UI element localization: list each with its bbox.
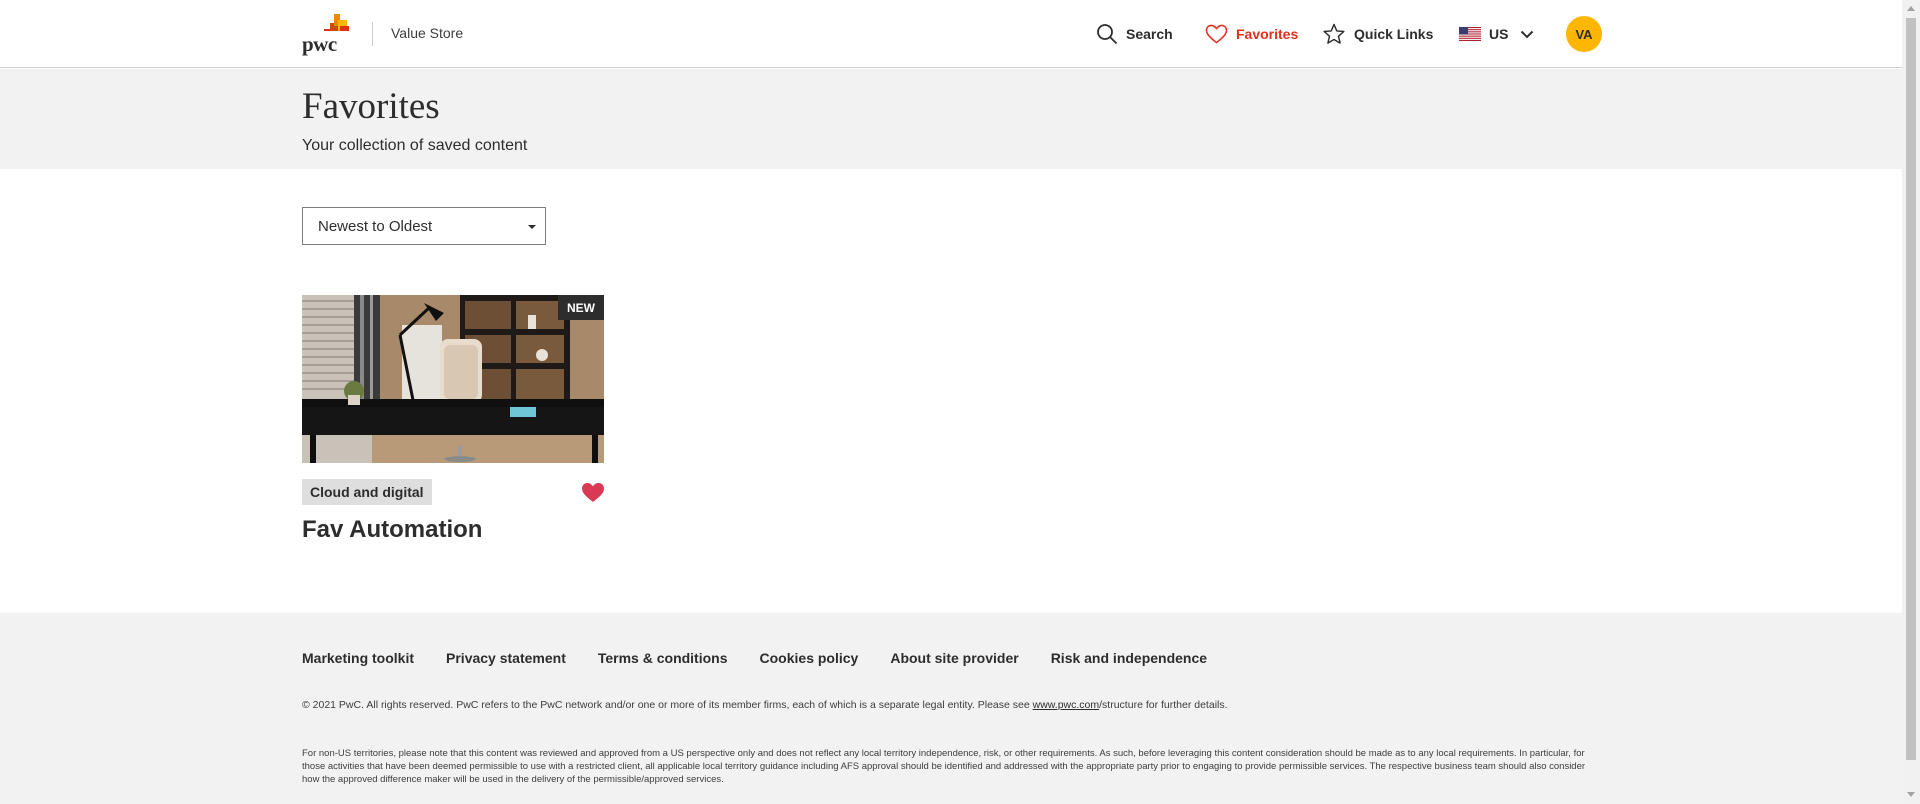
store-name[interactable]: Value Store xyxy=(391,25,463,41)
page-title: Favorites xyxy=(302,86,440,127)
nav-favorites[interactable]: Favorites xyxy=(1205,0,1298,68)
pwc-logo[interactable]: pwc xyxy=(302,14,354,56)
site-header: pwc Value Store Search Favorites Quick L… xyxy=(0,0,1902,68)
footer-link-privacy-statement[interactable]: Privacy statement xyxy=(446,650,566,666)
copyright-text: © 2021 PwC. All rights reserved. PwC ref… xyxy=(302,699,1228,711)
copyright-before: © 2021 PwC. All rights reserved. PwC ref… xyxy=(302,699,1033,711)
card-title[interactable]: Fav Automation xyxy=(302,516,482,544)
search-icon xyxy=(1097,24,1118,45)
heart-outline-icon xyxy=(1205,24,1228,44)
logo-text: pwc xyxy=(302,32,337,56)
country-label: US xyxy=(1489,26,1509,42)
chevron-down-icon xyxy=(1521,30,1534,38)
star-icon xyxy=(1323,23,1345,44)
favorite-card[interactable]: NEW Cloud and digital Fav Automation xyxy=(302,295,604,545)
scroll-up-arrow[interactable] xyxy=(1907,6,1915,11)
country-selector[interactable]: US xyxy=(1459,0,1534,68)
page-subtitle: Your collection of saved content xyxy=(302,137,528,154)
nav-quick-links-label: Quick Links xyxy=(1354,26,1434,42)
page-scrollbar[interactable] xyxy=(1902,0,1920,804)
header-divider xyxy=(372,22,373,46)
nav-search[interactable]: Search xyxy=(1096,0,1173,68)
user-avatar[interactable]: VA xyxy=(1566,16,1602,52)
nav-search-label: Search xyxy=(1126,26,1173,42)
new-badge: NEW xyxy=(558,295,604,320)
office-desk-photo xyxy=(302,295,604,463)
category-tag[interactable]: Cloud and digital xyxy=(302,479,432,505)
site-footer: Marketing toolkit Privacy statement Term… xyxy=(0,613,1902,804)
heart-filled-icon xyxy=(582,483,604,502)
copyright-after: /structure for further details. xyxy=(1099,699,1228,711)
us-flag-icon xyxy=(1459,27,1481,41)
scroll-thumb[interactable] xyxy=(1906,18,1916,760)
footer-link-marketing-toolkit[interactable]: Marketing toolkit xyxy=(302,650,414,666)
footer-links: Marketing toolkit Privacy statement Term… xyxy=(302,650,1207,666)
footer-link-about-site-provider[interactable]: About site provider xyxy=(890,650,1018,666)
nav-favorites-label: Favorites xyxy=(1236,26,1299,42)
sort-select[interactable]: Newest to Oldest xyxy=(302,207,546,245)
footer-link-terms[interactable]: Terms & conditions xyxy=(598,650,728,666)
card-image[interactable]: NEW xyxy=(302,295,604,463)
favorite-toggle-button[interactable] xyxy=(581,482,605,504)
disclaimer-text: For non-US territories, please note that… xyxy=(302,748,1586,785)
caret-down-icon xyxy=(528,225,536,229)
footer-link-cookies-policy[interactable]: Cookies policy xyxy=(760,650,859,666)
nav-quick-links[interactable]: Quick Links xyxy=(1322,0,1433,68)
page-hero: Favorites Your collection of saved conte… xyxy=(0,69,1902,169)
footer-link-risk-independence[interactable]: Risk and independence xyxy=(1051,650,1207,666)
sort-selected-value: Newest to Oldest xyxy=(318,217,433,235)
scroll-down-arrow[interactable] xyxy=(1907,792,1915,797)
pwc-site-link[interactable]: www.pwc.com xyxy=(1033,699,1100,711)
